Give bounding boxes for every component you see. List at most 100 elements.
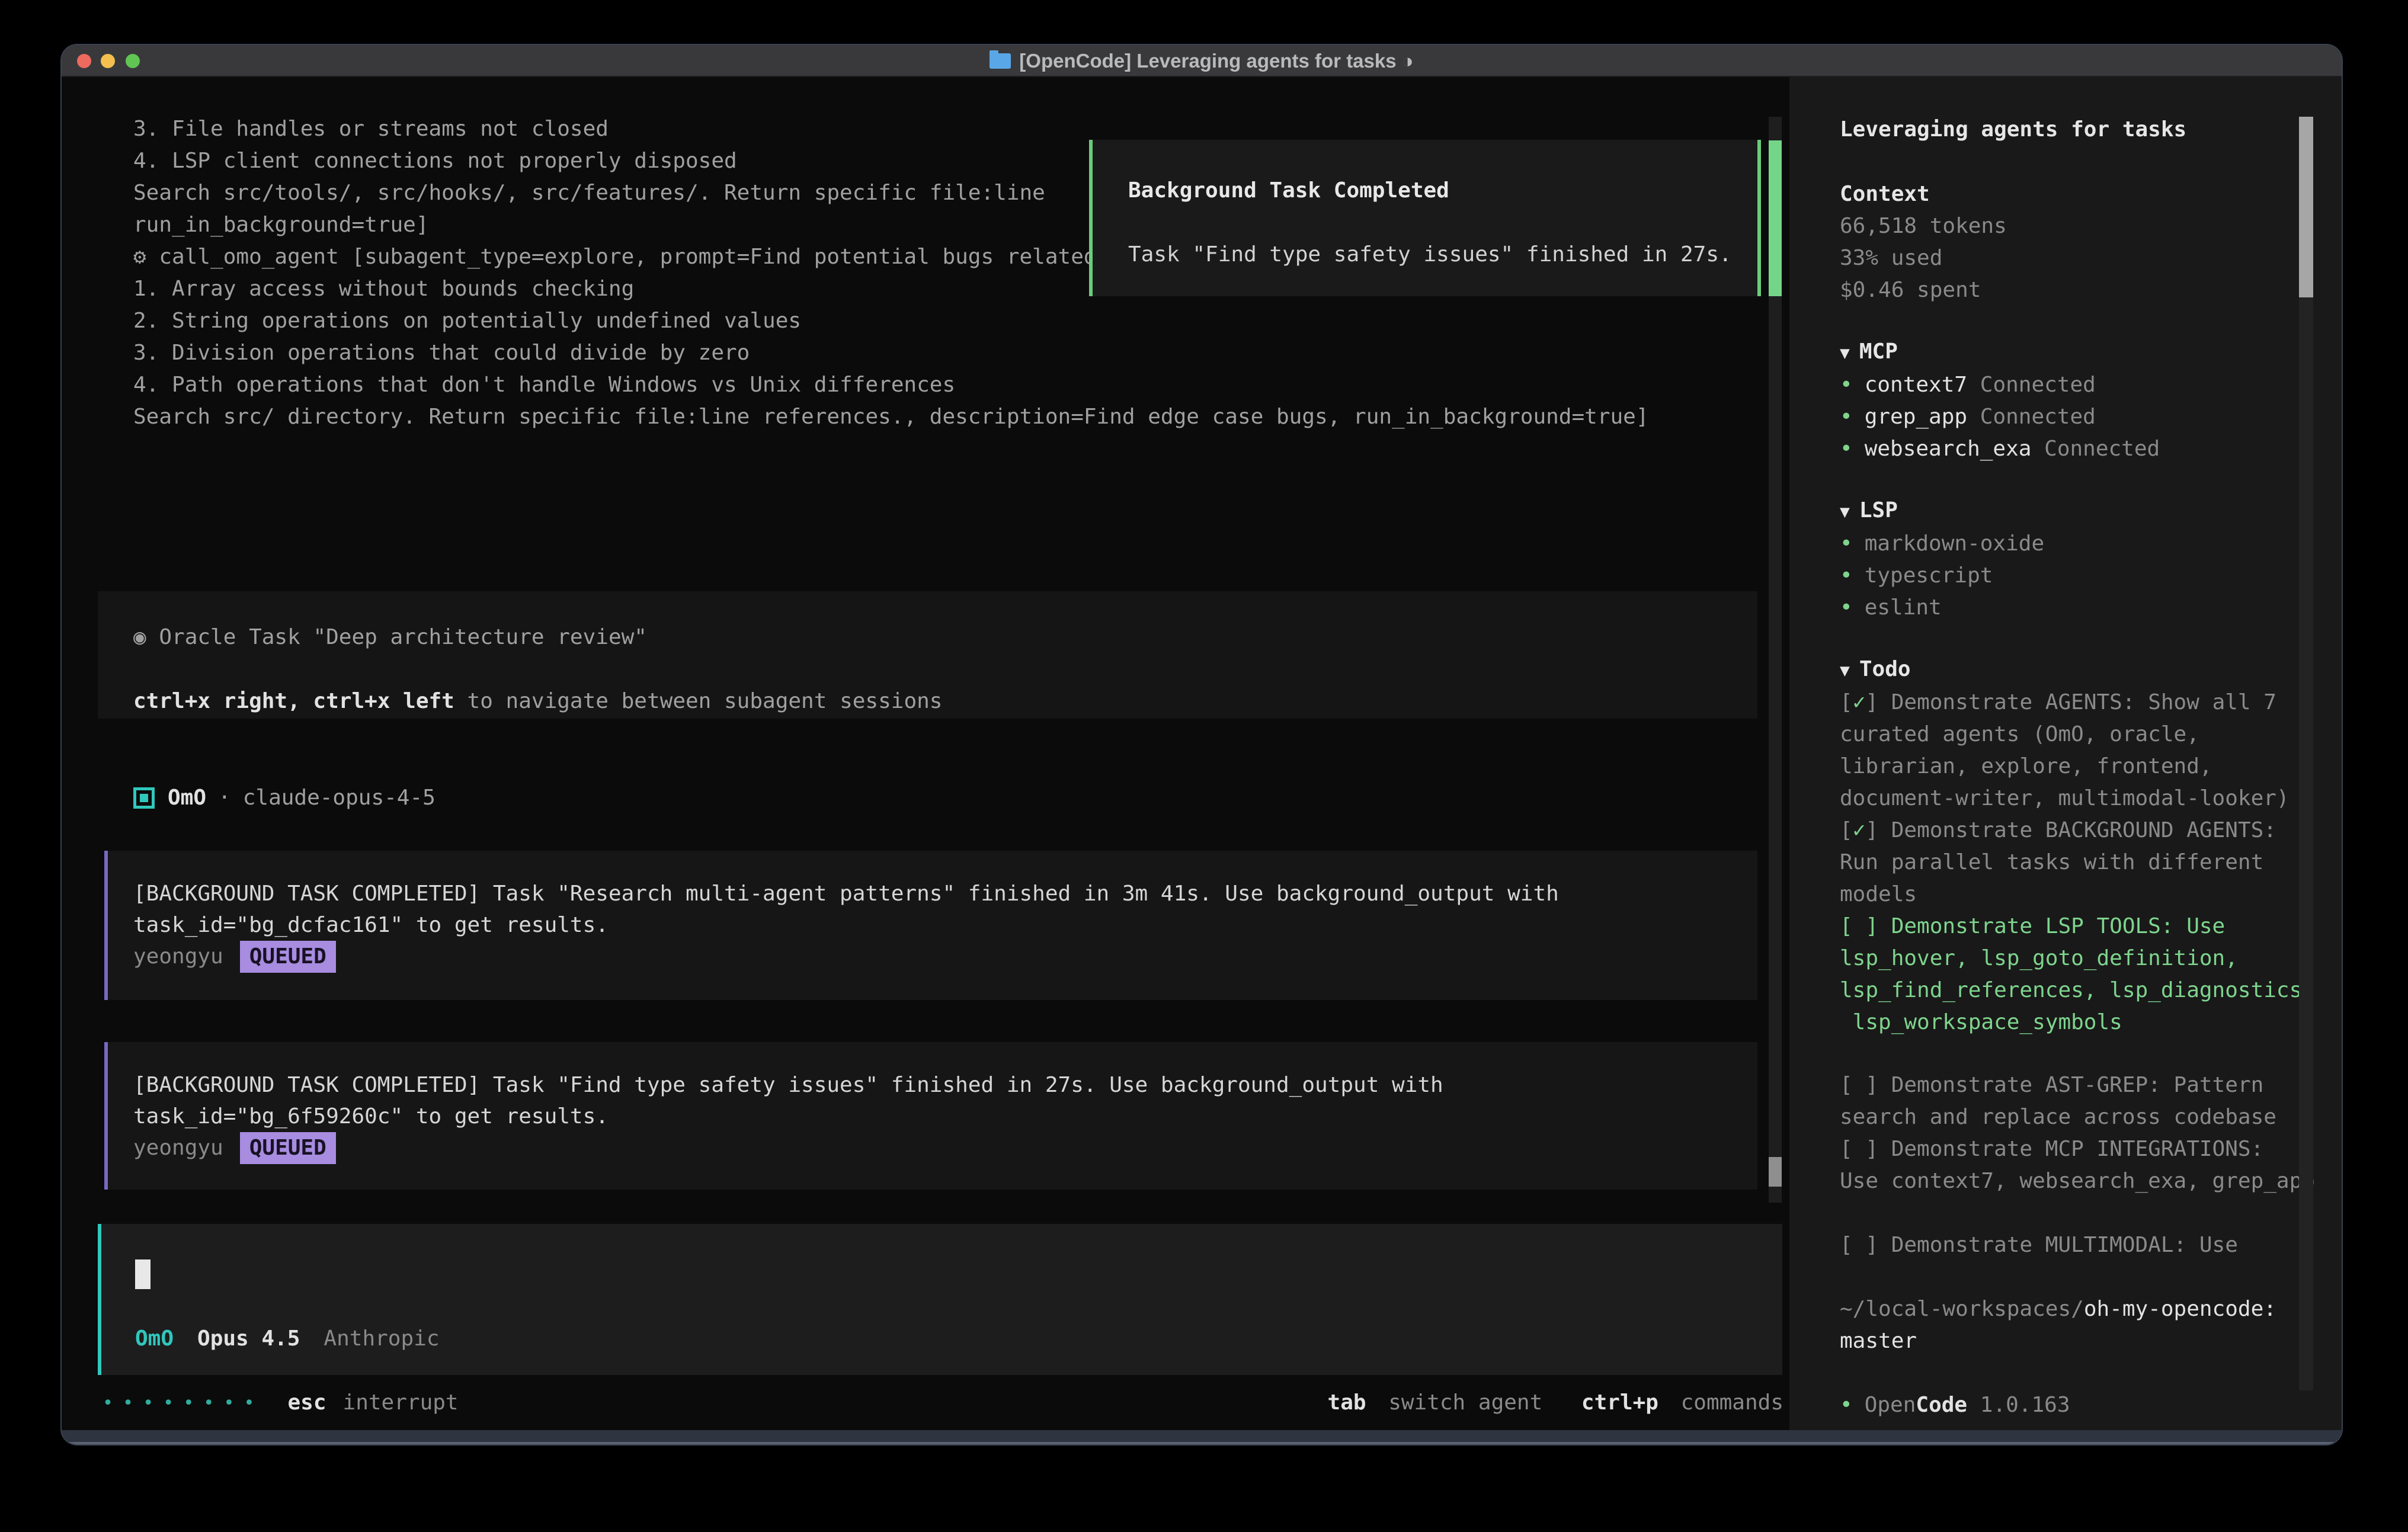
status-dot-icon: • [1840,437,1853,461]
todo-line-done: Run parallel tasks with different [1840,847,2315,879]
mcp-section: ▼MCP •context7 Connected •grep_app Conne… [1840,336,2160,465]
ctrlp-key-label: commands [1681,1390,1783,1415]
oracle-task-panel: ◉ Oracle Task "Deep architecture review"… [98,591,1757,719]
title-bar: [OpenCode] Leveraging agents for tasks ◑ [62,45,2342,77]
status-dot-icon: • [1840,531,1853,556]
user-name: yeongyu [133,1136,223,1160]
esc-key-hint: esc [288,1387,326,1419]
todo-line-pending: search and replace across codebase [1840,1101,2315,1133]
oracle-task-title: ◉ Oracle Task "Deep architecture review" [133,621,647,653]
version-line: •OpenCode 1.0.163 [1840,1389,2070,1421]
session-sidebar: Leveraging agents for tasks Context 66,5… [1789,77,2342,1430]
lsp-item: •eslint [1840,592,2044,624]
status-dot-icon: • [1840,563,1853,588]
todo-line-pending: [ ] Demonstrate AST-GREP: Pattern [1840,1069,2315,1101]
terminal-window: [OpenCode] Leveraging agents for tasks ◑… [62,45,2342,1444]
agent-header: OmO · claude-opus-4-5 [133,782,436,814]
todo-line-done: document-writer, multimodal-looker) [1840,783,2315,815]
status-dot-icon: • [1840,1393,1853,1417]
output-line: Search src/ directory. Return specific f… [133,401,1713,433]
lsp-section: ▼LSP •markdown-oxide •typescript •eslint [1840,495,2044,624]
chevron-down-icon: ▼ [1840,661,1850,680]
sidebar-scrollbar[interactable] [2299,117,2313,1390]
lsp-item: •typescript [1840,560,2044,592]
todo-line-done: [✓] Demonstrate BACKGROUND AGENTS: [1840,815,2315,847]
status-dot-icon: • [1840,595,1853,620]
task-message-line: [BACKGROUND TASK COMPLETED] Task "Resear… [133,878,1559,910]
git-branch: master [1840,1325,2276,1357]
output-line: 4. Path operations that don't handle Win… [133,369,1713,401]
window-bottom-strip [62,1430,2342,1444]
chat-scrollbar-thumb[interactable] [1769,140,1782,296]
mcp-item: •context7 Connected [1840,369,2160,401]
toast-title: Background Task Completed [1128,175,1449,207]
tab-key-hint: tab [1328,1390,1366,1415]
task-message-line: [BACKGROUND TASK COMPLETED] Task "Find t… [133,1069,1443,1101]
context-used: 33% used [1840,242,2007,274]
todo-line-done: [✓] Demonstrate AGENTS: Show all 7 [1840,687,2315,719]
mcp-section-header[interactable]: ▼MCP [1840,336,2160,369]
folder-icon [990,53,1011,69]
task-message-line: task_id="bg_dcfac161" to get results. [133,909,609,941]
context-spent: $0.46 spent [1840,274,2007,306]
lsp-section-header[interactable]: ▼LSP [1840,495,2044,528]
todo-line-current: lsp_hover, lsp_goto_definition, [1840,943,2315,975]
status-dot-icon: • [1840,373,1853,397]
task-meta-line: yeongyu QUEUED [133,1132,336,1164]
chat-scrollbar[interactable] [1769,117,1782,1203]
output-line: 3. Division operations that could divide… [133,337,1713,369]
spinner-dots: •••••••• [103,1393,264,1414]
todo-line-current: lsp_find_references, lsp_diagnostics, [1840,975,2315,1007]
todo-section: ▼Todo [✓] Demonstrate AGENTS: Show all 7… [1840,653,2315,1039]
task-message-box[interactable]: [BACKGROUND TASK COMPLETED] Task "Find t… [104,1042,1757,1190]
todo-line-done: librarian, explore, frontend, [1840,751,2315,783]
status-dot-icon: • [1840,405,1853,429]
check-icon: ✓ [1853,690,1866,714]
mcp-item: •websearch_exa Connected [1840,433,2160,465]
text-cursor [135,1259,150,1289]
prompt-input[interactable]: OmO Opus 4.5 Anthropic [98,1224,1782,1375]
todo-line-current: [ ] Demonstrate LSP TOOLS: Use [1840,911,2315,943]
model-selector-line[interactable]: OmO Opus 4.5 Anthropic [135,1323,463,1355]
todo-line-pending: [ ] Demonstrate MULTIMODAL: Use [1840,1229,2238,1261]
input-agent-name: OmO [135,1326,174,1351]
chevron-down-icon: ▼ [1840,502,1850,521]
toast-body: Task "Find type safety issues" finished … [1128,239,1732,271]
queued-badge: QUEUED [240,1132,336,1164]
chat-log-area[interactable]: 3. File handles or streams not closed 4.… [62,77,1789,1430]
input-model-name: Opus 4.5 [197,1326,300,1351]
task-meta-line: yeongyu QUEUED [133,941,336,973]
context-heading: Context [1840,178,2007,210]
tab-key-label: switch agent [1388,1390,1542,1415]
check-icon: ✓ [1853,818,1866,842]
context-section: Context 66,518 tokens 33% used $0.46 spe… [1840,178,2007,306]
output-line: 2. String operations on potentially unde… [133,305,1713,337]
mcp-item: •grep_app Connected [1840,401,2160,433]
agent-name: OmO [168,782,206,814]
window-title: [OpenCode] Leveraging agents for tasks ◑ [1019,50,1413,72]
record-icon: ◉ [133,625,146,649]
task-message-line: task_id="bg_6f59260c" to get results. [133,1101,609,1133]
todo-section-header[interactable]: ▼Todo [1840,653,2315,687]
sidebar-scrollbar-thumb[interactable] [2299,117,2313,297]
chat-scrollbar-end[interactable] [1769,1157,1782,1187]
omo-agent-icon [133,787,155,809]
todo-line-current: lsp_workspace_symbols [1840,1007,2315,1039]
ctrlp-key-hint: ctrl+p [1581,1390,1658,1415]
esc-key-label: interrupt [343,1387,459,1419]
context-tokens: 66,518 tokens [1840,210,2007,242]
session-title: Leveraging agents for tasks [1840,114,2186,146]
separator: · [218,782,231,814]
todo-pending-block: [ ] Demonstrate AST-GREP: Pattern search… [1840,1069,2315,1197]
todo-line-pending: [ ] Demonstrate MCP INTEGRATIONS: [1840,1133,2315,1165]
lsp-item: •markdown-oxide [1840,528,2044,560]
background-task-toast[interactable]: Background Task Completed Task "Find typ… [1089,140,1761,296]
todo-line-done: models [1840,879,2315,911]
todo-line-done: curated agents (OmO, oracle, [1840,719,2315,751]
user-name: yeongyu [133,944,223,969]
subagent-nav-hint: ctrl+x right, ctrl+x left to navigate be… [133,685,942,717]
todo-line-pending: Use context7, websearch_exa, grep_app [1840,1165,2315,1197]
queued-badge: QUEUED [240,941,336,973]
task-message-box[interactable]: [BACKGROUND TASK COMPLETED] Task "Resear… [104,851,1757,1000]
input-provider-name: Anthropic [324,1326,439,1351]
